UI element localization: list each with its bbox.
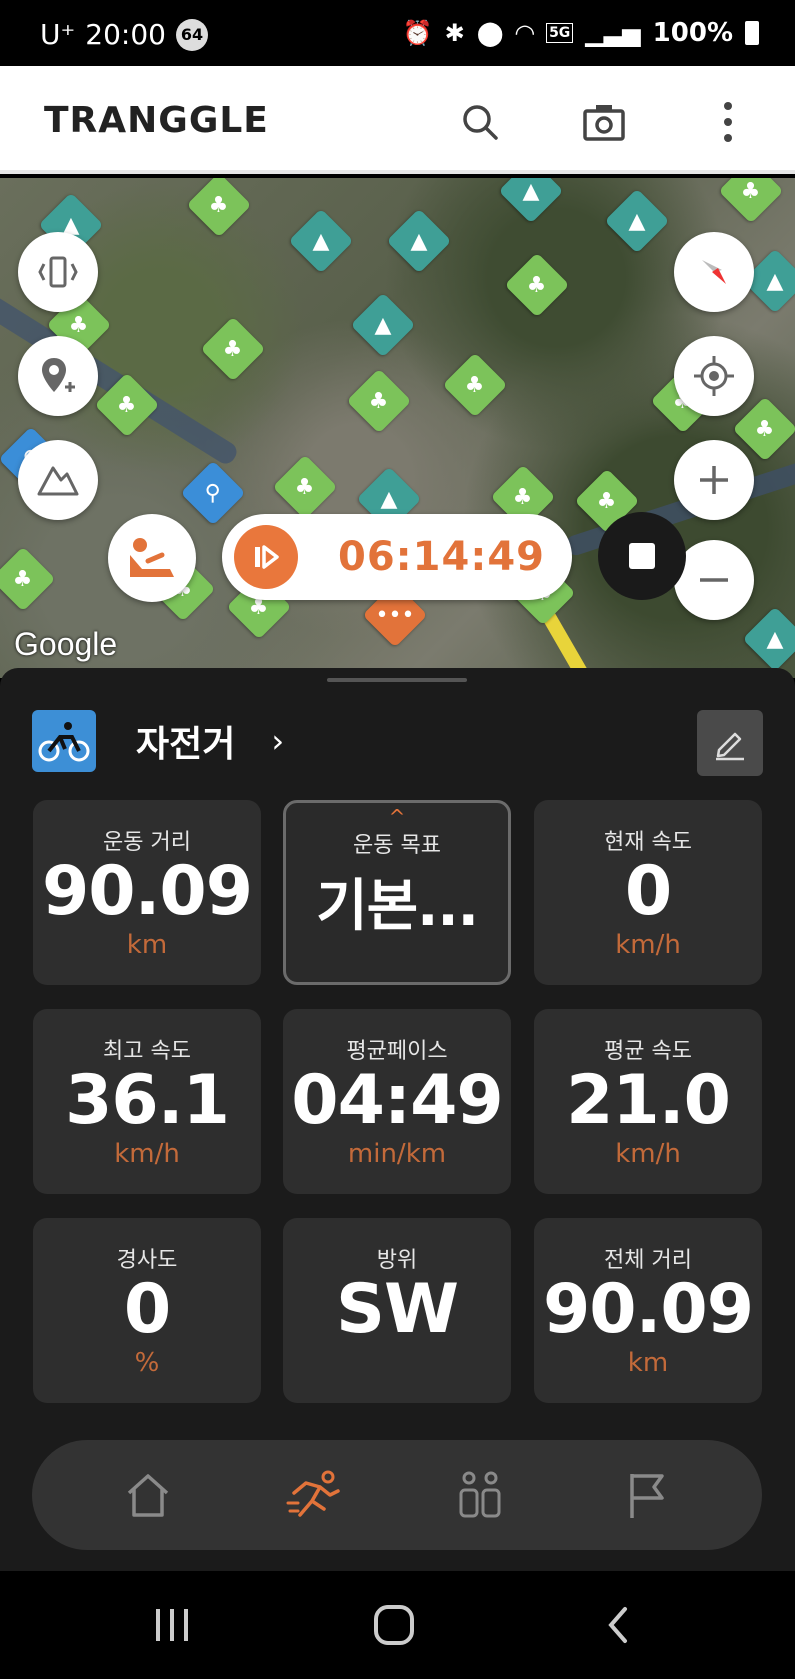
map-view[interactable]: ▲ ♣ ▲ ▲ ▲ ▲ ♣ ▲ ♣ ▲ ♣ ♣ ♣ ♣ ♣ ♣ ♣ ⚲ ⚲ ♣ … bbox=[0, 178, 795, 678]
stat-card-total-distance: 전체 거리 90.09 km bbox=[534, 1218, 762, 1403]
elapsed-time: 06:14:49 bbox=[338, 534, 545, 580]
mountain-marker[interactable]: ▲ bbox=[742, 606, 795, 672]
chevron-right-icon: › bbox=[271, 722, 285, 760]
google-attribution: Google bbox=[14, 626, 118, 662]
stat-label: 운동 목표 bbox=[353, 833, 441, 858]
stat-value: 21.0 bbox=[566, 1061, 731, 1140]
notification-count-badge: 64 bbox=[175, 18, 208, 51]
panel-drag-handle[interactable] bbox=[327, 678, 467, 682]
pause-button[interactable] bbox=[234, 525, 298, 589]
stat-value: 0 bbox=[624, 852, 672, 931]
app-logo: TRANGGLE bbox=[44, 100, 269, 141]
bike-marker[interactable]: ⚲ bbox=[180, 460, 246, 526]
stat-unit: min/km bbox=[347, 1139, 447, 1169]
forest-marker[interactable]: ♣ bbox=[346, 368, 412, 434]
stop-icon bbox=[629, 543, 655, 569]
nav-community-icon[interactable] bbox=[450, 1465, 510, 1525]
network-type: 5G bbox=[546, 23, 574, 43]
signal-icon: ▁▃▅ bbox=[585, 19, 641, 47]
stat-card-avg-pace: 평균페이스 04:49 min/km bbox=[283, 1009, 511, 1194]
stat-value: 04:49 bbox=[291, 1061, 503, 1140]
mountain-marker[interactable]: ▲ bbox=[288, 208, 354, 274]
activity-name: 자전거 bbox=[136, 724, 236, 765]
mountain-marker[interactable]: ▲ bbox=[350, 292, 416, 358]
stat-unit: km bbox=[126, 930, 168, 960]
recording-timer: 06:14:49 bbox=[222, 514, 572, 600]
nav-workout-icon[interactable] bbox=[284, 1465, 344, 1525]
alarm-icon: ⏰ bbox=[402, 19, 433, 47]
bluetooth-icon: ✱ bbox=[444, 19, 465, 47]
forest-marker[interactable]: ♣ bbox=[272, 454, 338, 520]
my-location-button[interactable] bbox=[674, 336, 754, 416]
edit-button[interactable] bbox=[697, 710, 763, 776]
mountain-marker[interactable]: ▲ bbox=[498, 178, 564, 224]
zoom-in-button[interactable] bbox=[674, 440, 754, 520]
stat-card-grade: 경사도 0 % bbox=[33, 1218, 261, 1403]
stat-card-distance: 운동 거리 90.09 km bbox=[33, 800, 261, 985]
forest-marker[interactable]: ♣ bbox=[200, 316, 266, 382]
stat-card-avg-speed: 평균 속도 21.0 km/h bbox=[534, 1009, 762, 1194]
status-bar: U⁺ 20:00 64 ⏰ ✱ ⬤ ◠ 5G ▁▃▅ 100% bbox=[0, 0, 795, 66]
app-header: TRANGGLE bbox=[0, 66, 795, 174]
home-system-icon[interactable] bbox=[364, 1599, 424, 1651]
add-waypoint-button[interactable] bbox=[18, 336, 98, 416]
rest-mode-button[interactable] bbox=[108, 514, 196, 602]
activity-type-selector[interactable]: 자전거 › bbox=[32, 710, 284, 772]
stat-value: SW bbox=[336, 1270, 459, 1349]
wifi-icon: ◠ bbox=[515, 19, 535, 47]
mountain-marker[interactable]: ▲ bbox=[604, 188, 670, 254]
clock: 20:00 bbox=[85, 18, 166, 51]
stat-card-goal[interactable]: ^ 운동 목표 기본... bbox=[283, 800, 511, 985]
stat-value: 기본... bbox=[316, 874, 479, 939]
stat-value: 90.09 bbox=[41, 852, 253, 931]
stat-unit: km bbox=[627, 1348, 669, 1378]
recent-apps-icon[interactable] bbox=[142, 1599, 202, 1651]
bicycle-icon bbox=[32, 710, 96, 772]
compass-icon[interactable] bbox=[674, 232, 754, 312]
vibration-toggle-button[interactable] bbox=[18, 232, 98, 312]
more-vert-icon[interactable] bbox=[700, 94, 756, 150]
system-navigation-bar bbox=[0, 1571, 795, 1679]
stat-value: 36.1 bbox=[65, 1061, 230, 1140]
stat-card-heading: 방위 SW bbox=[283, 1218, 511, 1403]
stat-unit: % bbox=[134, 1348, 160, 1378]
nav-home-icon[interactable] bbox=[118, 1465, 178, 1525]
battery-level: 100% bbox=[652, 18, 733, 48]
caret-up-icon: ^ bbox=[388, 805, 406, 829]
forest-marker[interactable]: ♣ bbox=[504, 252, 570, 318]
status-right: ⏰ ✱ ⬤ ◠ 5G ▁▃▅ 100% bbox=[403, 18, 759, 48]
carrier-label: U⁺ bbox=[40, 18, 76, 51]
forest-marker[interactable]: ♣ bbox=[186, 178, 252, 238]
battery-icon bbox=[745, 21, 759, 45]
back-icon[interactable] bbox=[588, 1599, 648, 1651]
forest-marker[interactable]: ♣ bbox=[0, 546, 56, 612]
stat-unit: km/h bbox=[615, 930, 681, 960]
forest-marker[interactable]: ♣ bbox=[718, 178, 784, 224]
stop-button[interactable] bbox=[598, 512, 686, 600]
stat-card-max-speed: 최고 속도 36.1 km/h bbox=[33, 1009, 261, 1194]
forest-marker[interactable]: ♣ bbox=[442, 352, 508, 418]
activity-panel: 자전거 › 운동 거리 90.09 km ^ 운동 목표 기본... 현재 속도… bbox=[0, 668, 795, 1571]
location-icon: ⬤ bbox=[476, 19, 504, 47]
search-icon[interactable] bbox=[452, 94, 508, 150]
stat-value: 90.09 bbox=[542, 1270, 754, 1349]
zoom-out-button[interactable] bbox=[674, 540, 754, 620]
mountain-marker[interactable]: ▲ bbox=[386, 208, 452, 274]
status-left: U⁺ 20:00 64 bbox=[40, 18, 208, 51]
stat-card-current-speed: 현재 속도 0 km/h bbox=[534, 800, 762, 985]
stat-unit: km/h bbox=[114, 1139, 180, 1169]
mountain-layer-button[interactable] bbox=[18, 440, 98, 520]
stat-unit: km/h bbox=[615, 1139, 681, 1169]
bottom-navigation bbox=[32, 1440, 762, 1550]
stat-value: 0 bbox=[123, 1270, 171, 1349]
nav-challenge-flag-icon[interactable] bbox=[616, 1465, 676, 1525]
camera-icon[interactable] bbox=[576, 94, 632, 150]
